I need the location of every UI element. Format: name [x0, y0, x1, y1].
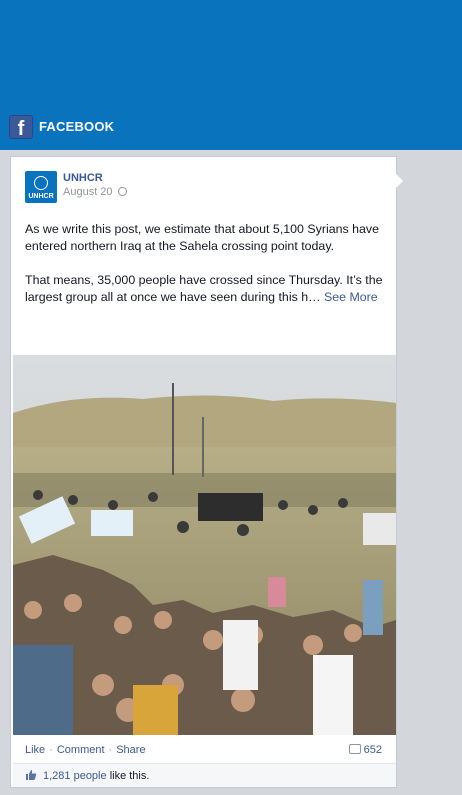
post-date[interactable]: August 20 [63, 186, 127, 198]
post-card: UNHCR UNHCR August 20 As we write this p… [10, 156, 397, 788]
comment-count[interactable]: 652 [348, 744, 382, 756]
unhcr-emblem-icon [34, 176, 48, 190]
share-link[interactable]: Share [116, 744, 145, 756]
facebook-title[interactable]: FACEBOOK [39, 119, 114, 134]
action-separator: · [49, 744, 53, 756]
globe-icon [117, 187, 127, 196]
thumbs-up-icon [26, 770, 37, 780]
comment-count-value[interactable]: 652 [364, 744, 382, 756]
card-pointer [396, 174, 403, 188]
comment-icon [348, 744, 361, 754]
post-photo-image [13, 355, 396, 735]
post-paragraph-1: As we write this post, we estimate that … [25, 222, 380, 253]
facebook-logo-icon[interactable]: f [9, 115, 33, 140]
action-separator: · [108, 744, 113, 756]
likes-suffix: like this. [109, 770, 150, 782]
post-date-text[interactable]: August 20 [63, 186, 113, 198]
post-author[interactable]: UNHCR [63, 172, 103, 184]
post-photo[interactable] [13, 355, 396, 735]
avatar-label: UNHCR [28, 193, 54, 200]
post-actions: Like · Comment · Share [25, 744, 146, 756]
likes-summary: 1,281 people like this. [43, 770, 149, 782]
post-paragraph-2: That means, 35,000 people have crossed s… [25, 272, 387, 306]
post-body: As we write this post, we estimate that … [25, 221, 387, 323]
like-link[interactable]: Like [25, 744, 45, 756]
likes-count-link[interactable]: 1,281 people [43, 770, 107, 782]
likes-bar: 1,281 people like this. [13, 763, 396, 787]
see-more-link[interactable]: See More [324, 290, 378, 304]
comment-link[interactable]: Comment [57, 744, 105, 756]
avatar[interactable]: UNHCR [25, 171, 57, 203]
